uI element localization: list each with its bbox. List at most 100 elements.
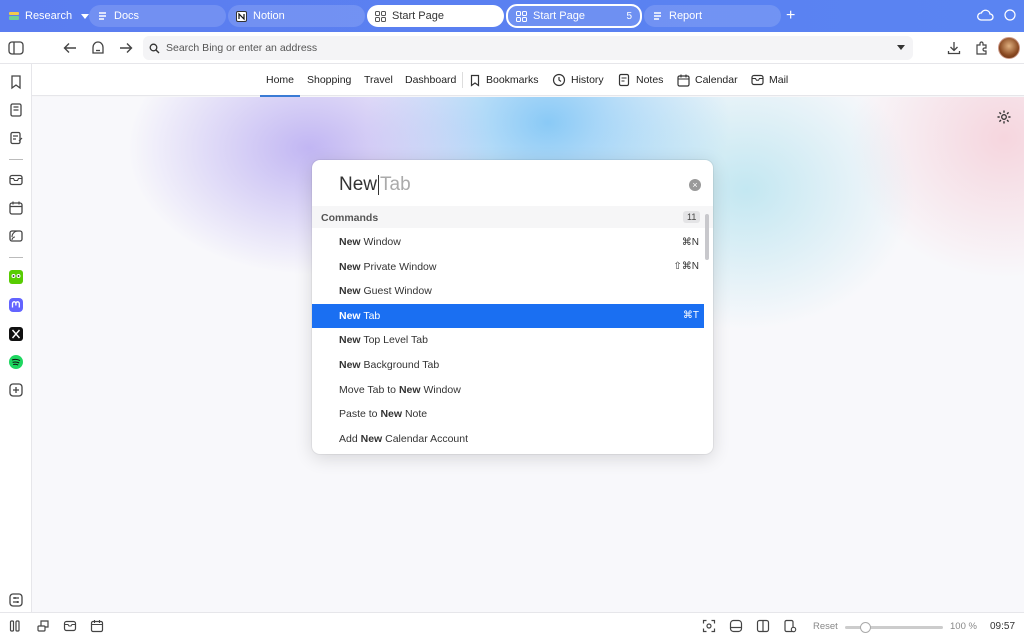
duolingo-icon[interactable]	[8, 269, 24, 285]
notes-icon[interactable]	[8, 130, 24, 146]
keyboard-shortcut: ⌘T	[682, 310, 699, 322]
nav-bookmarks[interactable]: Bookmarks	[469, 64, 539, 96]
tab-report[interactable]: Report	[644, 5, 781, 27]
nav-mail[interactable]: Mail	[751, 64, 788, 96]
tab-label: Report	[669, 10, 703, 22]
nav-label: Calendar	[695, 74, 738, 86]
page-settings-icon[interactable]	[783, 619, 797, 633]
profile-avatar[interactable]	[998, 37, 1020, 59]
reading-list-icon[interactable]	[8, 102, 24, 118]
spotify-icon[interactable]	[8, 354, 24, 370]
window-menu-icon[interactable]	[1003, 8, 1017, 22]
zoom-reset-button[interactable]: Reset	[813, 621, 838, 632]
command-input[interactable]: New Tab	[339, 172, 679, 198]
panel-settings-icon[interactable]	[8, 592, 24, 608]
nav-dashboard[interactable]: Dashboard	[405, 64, 456, 96]
tab-label: Start Page	[533, 10, 585, 22]
command-match-highlight: New	[339, 285, 361, 298]
new-tab-button[interactable]: +	[786, 8, 795, 24]
command-match-highlight: New	[339, 236, 361, 248]
doc-icon	[654, 11, 661, 20]
chevron-down-icon	[81, 13, 90, 19]
x-twitter-icon[interactable]	[8, 326, 24, 342]
panel-toggle-icon[interactable]	[9, 619, 23, 633]
page-actions-icon[interactable]	[729, 619, 743, 633]
bookmark-icon	[470, 74, 480, 87]
mail-icon	[751, 74, 764, 86]
command-row-selected[interactable]: New Tab ⌘T	[312, 303, 704, 328]
command-row[interactable]: New Background Tab	[312, 353, 704, 377]
command-text-post: Top Level Tab	[360, 334, 428, 347]
command-text-post: Background Tab	[360, 359, 440, 371]
history-icon	[552, 73, 566, 87]
nav-shopping[interactable]: Shopping	[307, 64, 351, 96]
command-row[interactable]: New Top Level Tab	[312, 328, 704, 352]
commands-section-header: Commands 11	[312, 206, 713, 228]
forward-arrow-icon[interactable]	[118, 40, 134, 56]
tab-docs[interactable]: Docs	[89, 5, 226, 27]
nav-notes[interactable]: Notes	[618, 64, 663, 96]
nav-home[interactable]: Home	[259, 64, 301, 97]
command-row[interactable]: Add New Calendar Account	[312, 427, 704, 451]
zoom-slider-handle[interactable]	[859, 622, 871, 633]
calendar-icon[interactable]	[90, 619, 104, 633]
calendar-icon	[677, 74, 690, 87]
tab-start-page-stack[interactable]: Start Page 5	[506, 4, 642, 28]
command-row[interactable]: Paste to New Note	[312, 402, 704, 426]
mastodon-icon[interactable]	[8, 297, 24, 313]
sidebar-toggle-icon[interactable]	[8, 40, 24, 56]
capture-icon[interactable]	[702, 619, 716, 633]
command-text-pre: Add	[339, 432, 361, 445]
workspace-switcher[interactable]: Research	[0, 0, 95, 32]
command-text-post: Tab	[360, 309, 381, 322]
tab-notion[interactable]: Notion	[228, 5, 365, 27]
nav-label: Shopping	[307, 74, 352, 86]
mail-icon[interactable]	[63, 619, 77, 633]
command-row[interactable]: New Window ⌘N	[312, 230, 704, 254]
nav-label: Mail	[769, 74, 789, 86]
tab-start-page-active[interactable]: Start Page	[367, 5, 504, 27]
extensions-puzzle-icon[interactable]	[974, 40, 990, 56]
command-row[interactable]: New Guest Window	[312, 279, 704, 303]
address-input[interactable]	[166, 42, 886, 54]
zoom-slider[interactable]	[845, 622, 943, 633]
palette-scrollbar[interactable]	[705, 214, 709, 260]
status-bar: Reset 100 % 09:57	[0, 612, 1024, 640]
nav-label: Notes	[636, 74, 664, 86]
address-bar[interactable]	[143, 36, 913, 60]
nav-travel[interactable]: Travel	[364, 64, 393, 96]
notion-icon	[236, 10, 247, 22]
window-panel-icon[interactable]	[36, 619, 50, 633]
start-page-nav: Home Shopping Travel Dashboard Bookmarks…	[32, 64, 1024, 97]
command-autocomplete-hint: Tab	[380, 174, 411, 195]
clear-input-button[interactable]: ×	[689, 179, 701, 191]
command-row[interactable]: New Private Window ⇧⌘N	[312, 255, 704, 279]
bookmark-icon[interactable]	[8, 74, 24, 90]
workspace-icon	[9, 12, 19, 20]
notes-icon	[618, 73, 630, 87]
gear-icon[interactable]	[996, 109, 1012, 125]
command-text-post: Window	[420, 383, 461, 396]
tile-tabs-icon[interactable]	[756, 619, 770, 633]
feeds-icon[interactable]	[8, 228, 24, 244]
mail-icon[interactable]	[8, 172, 24, 188]
nav-label: Dashboard	[405, 74, 457, 86]
result-count-badge: 11	[683, 211, 701, 223]
command-text-post: Calendar Account	[382, 432, 469, 445]
nav-calendar[interactable]: Calendar	[677, 64, 738, 96]
back-arrow-icon[interactable]	[62, 40, 78, 56]
home-icon[interactable]	[90, 40, 106, 56]
nav-label: Home	[266, 74, 295, 86]
section-title: Commands	[321, 212, 379, 224]
calendar-icon[interactable]	[8, 200, 24, 216]
downloads-icon[interactable]	[946, 40, 962, 56]
cloud-sync-icon[interactable]	[977, 8, 994, 22]
address-dropdown-icon[interactable]	[897, 45, 905, 50]
add-panel-icon[interactable]	[8, 382, 24, 398]
command-row[interactable]: Move Tab to New Window	[312, 378, 704, 402]
command-text-post: Private Window	[360, 260, 437, 273]
nav-history[interactable]: History	[552, 64, 604, 96]
grid-icon	[516, 10, 527, 22]
command-match-highlight: New	[339, 260, 361, 273]
command-text-pre: Paste to	[339, 408, 381, 421]
